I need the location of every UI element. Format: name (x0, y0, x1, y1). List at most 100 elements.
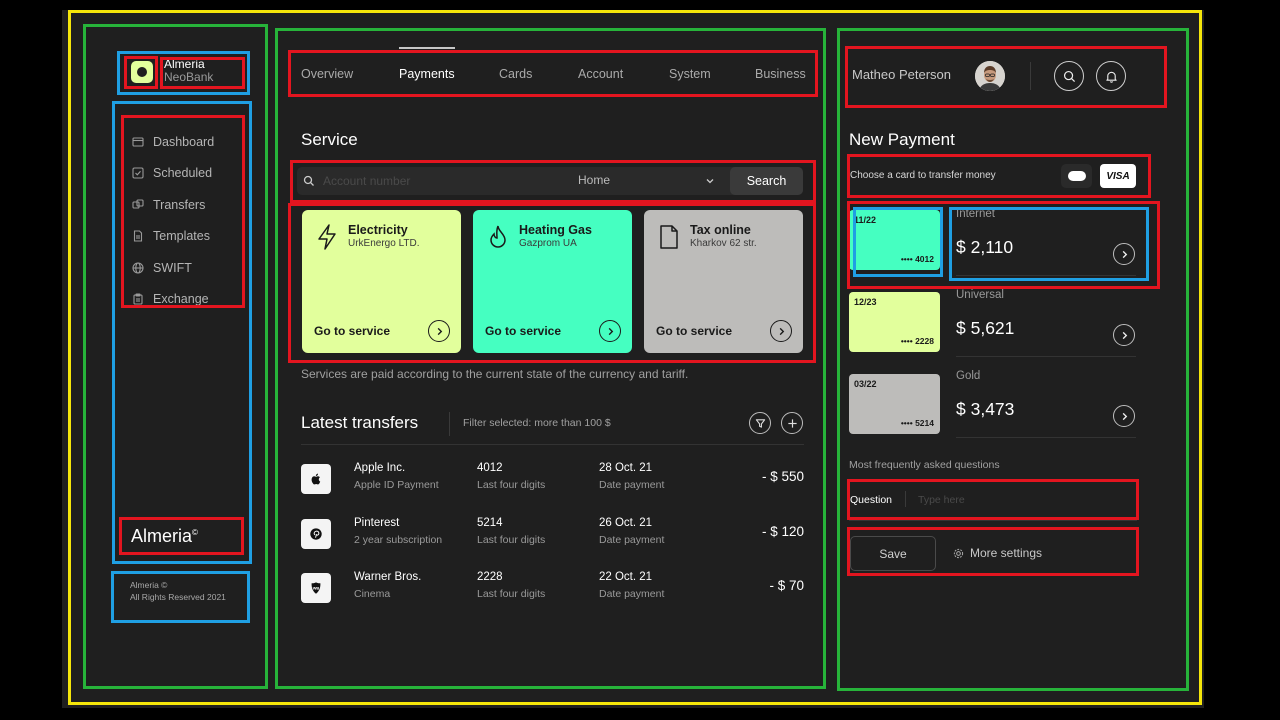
service-card-tax-online[interactable]: Tax online Kharkov 62 str. Go to service (644, 210, 803, 353)
card-select-button[interactable] (1113, 405, 1135, 427)
gear-icon (953, 548, 964, 559)
divider (449, 412, 450, 436)
service-card-subtitle: UrkEnergo LTD. (348, 238, 420, 249)
category-select[interactable]: Home (578, 173, 610, 187)
sidebar-item-swift[interactable]: SWIFT (132, 252, 238, 284)
question-label: Question (850, 494, 893, 506)
brand-logo-icon (131, 61, 153, 83)
sidebar-item-label: Scheduled (153, 166, 213, 181)
transfer-date: 22 Oct. 21 (599, 571, 653, 583)
transfer-digits: 2228 (477, 571, 503, 583)
warner-bros-icon: WB (301, 573, 331, 603)
tab-cards[interactable]: Cards (499, 67, 532, 81)
avatar[interactable] (975, 61, 1005, 91)
copyright: Almeria © All Rights Reserved 2021 (130, 579, 226, 603)
search-icon (303, 175, 315, 187)
more-settings-button[interactable]: More settings (953, 546, 1042, 560)
add-transfer-button[interactable] (781, 412, 803, 434)
card-label: Gold (956, 370, 981, 382)
sidebar-item-dashboard[interactable]: Dashboard (132, 126, 238, 158)
arrow-right-icon[interactable] (770, 320, 792, 342)
card-balance: $ 5,621 (956, 318, 1015, 338)
card-type-toggle[interactable] (1061, 164, 1092, 188)
go-to-service-link[interactable]: Go to service (656, 324, 732, 338)
divider (956, 437, 1136, 438)
sidebar-item-exchange[interactable]: Exchange (132, 284, 238, 316)
service-note: Services are paid according to the curre… (301, 367, 689, 381)
transfer-amount: - $ 70 (769, 578, 804, 593)
payment-card-internet[interactable]: 11/22 •••• 4012 (849, 210, 940, 270)
transfer-row[interactable]: Apple Inc. Apple ID Payment 4012 Last four… (301, 460, 804, 496)
sidebar-item-templates[interactable]: Templates (132, 221, 238, 253)
go-to-service-link[interactable]: Go to service (485, 324, 561, 338)
service-card-subtitle: Gazprom UA (519, 238, 577, 249)
payment-card-gold[interactable]: 03/22 •••• 5214 (849, 374, 940, 434)
arrow-right-icon[interactable] (428, 320, 450, 342)
payment-card-universal[interactable]: 12/23 •••• 2228 (849, 292, 940, 352)
filter-icon (755, 418, 765, 428)
copyright-line: All Rights Reserved 2021 (130, 592, 226, 602)
arrow-right-icon[interactable] (599, 320, 621, 342)
transfer-digits: 5214 (477, 517, 503, 529)
transfer-name: Warner Bros. (354, 571, 422, 583)
service-card-electricity[interactable]: Electricity UrkEnergo LTD. Go to service (302, 210, 461, 353)
notifications-button[interactable] (1096, 61, 1126, 91)
card-info: Internet $ 2,110 (956, 208, 1013, 258)
card-number: •••• 5214 (900, 418, 934, 428)
sidebar-item-label: Exchange (153, 292, 209, 307)
checkbox-icon (132, 167, 144, 179)
card-number: •••• 4012 (900, 254, 934, 264)
new-payment-title: New Payment (849, 130, 955, 149)
user-name: Matheo Peterson (852, 67, 952, 82)
plus-icon (787, 418, 797, 428)
divider (956, 356, 1136, 357)
arrow-right-icon (1122, 412, 1127, 420)
search-button[interactable]: Search (730, 167, 803, 195)
service-search-bar: Home Search (297, 167, 803, 195)
more-settings-label: More settings (970, 546, 1043, 560)
account-number-input[interactable] (323, 174, 573, 188)
service-card-title: Tax online (690, 223, 751, 237)
service-card-title: Heating Gas (519, 223, 592, 237)
transfer-amount: - $ 120 (761, 524, 804, 539)
tab-business[interactable]: Business (755, 67, 806, 81)
visa-button[interactable]: VISA (1100, 164, 1136, 188)
latest-transfers-title: Latest transfers (301, 413, 419, 432)
transfer-desc: Cinema (354, 588, 391, 600)
service-card-title: Electricity (348, 223, 408, 237)
dashboard-icon (132, 136, 144, 148)
sidebar-item-scheduled[interactable]: Scheduled (132, 158, 238, 190)
go-to-service-link[interactable]: Go to service (314, 324, 390, 338)
card-select-button[interactable] (1113, 243, 1135, 265)
tab-payments[interactable]: Payments (399, 47, 455, 81)
tab-system[interactable]: System (669, 67, 711, 81)
save-button[interactable]: Save (850, 536, 936, 571)
choose-card-text: Choose a card to transfer money (850, 170, 996, 181)
bell-icon (1105, 71, 1117, 83)
faq-label: Most frequently asked questions (849, 459, 1000, 471)
filter-button[interactable] (749, 412, 771, 434)
flame-icon (487, 224, 509, 250)
transfer-row[interactable]: WB Warner Bros. Cinema 2228 Last four digi… (301, 569, 804, 605)
transfer-date: 26 Oct. 21 (599, 517, 653, 529)
card-info: Gold $ 3,473 (956, 370, 1014, 420)
tab-account[interactable]: Account (578, 67, 623, 81)
service-card-heating-gas[interactable]: Heating Gas Gazprom UA Go to service (473, 210, 632, 353)
transfer-name: Apple Inc. (354, 462, 406, 474)
transfer-row[interactable]: Pinterest 2 year subscription 5214 Last fo… (301, 515, 804, 551)
sidebar-item-transfers[interactable]: Transfers (132, 189, 238, 221)
divider (1030, 62, 1031, 90)
document-icon (132, 230, 144, 242)
chevron-down-icon[interactable] (705, 176, 715, 186)
search-button[interactable] (1054, 61, 1084, 91)
question-input[interactable] (918, 490, 1128, 510)
transfer-digits-label: Last four digits (477, 479, 546, 491)
sidebar-item-label: Dashboard (153, 134, 215, 149)
transfer-name: Pinterest (354, 517, 400, 529)
card-select-button[interactable] (1113, 324, 1135, 346)
pinterest-icon (301, 519, 331, 549)
top-tabs: Overview Payments Cards Account System B… (292, 47, 812, 93)
search-icon (1063, 70, 1075, 82)
tab-overview[interactable]: Overview (301, 67, 353, 81)
card-expiry: 03/22 (854, 379, 877, 389)
